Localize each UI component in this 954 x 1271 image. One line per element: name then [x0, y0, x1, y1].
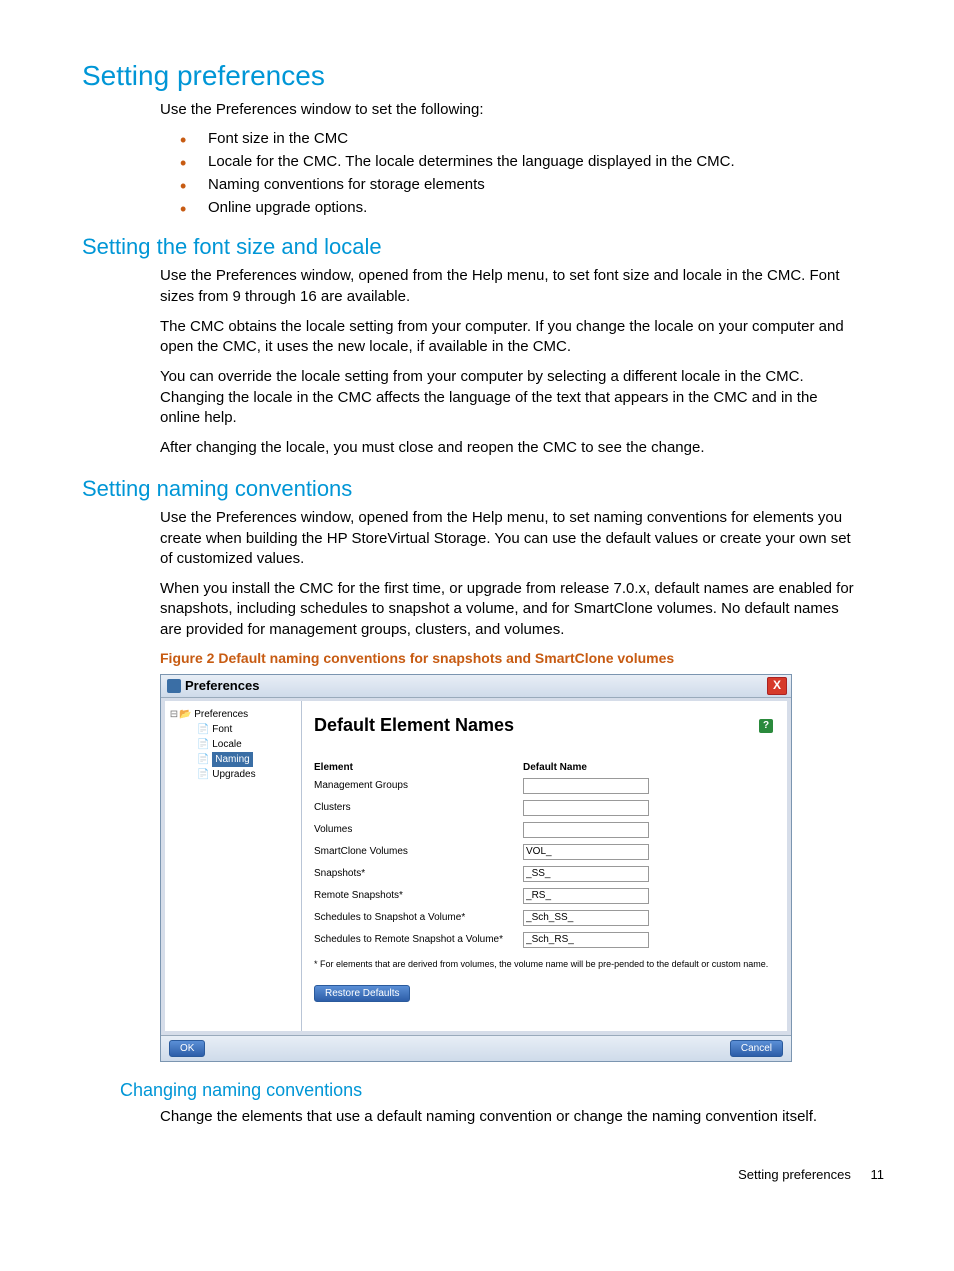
body-paragraph: After changing the locale, you must clos… [160, 438, 854, 458]
body-paragraph: Use the Preferences window, opened from … [160, 508, 854, 569]
help-icon[interactable]: ? [759, 719, 773, 733]
default-name-input[interactable] [523, 800, 649, 816]
ok-button[interactable]: OK [169, 1040, 205, 1057]
panel-title: Default Element Names [314, 715, 775, 736]
row-label: SmartClone Volumes [314, 841, 523, 863]
heading-changing-naming: Changing naming conventions [120, 1080, 894, 1101]
restore-defaults-button[interactable]: Restore Defaults [314, 985, 410, 1002]
footer-page-number: 11 [871, 1167, 885, 1182]
body-paragraph: The CMC obtains the locale setting from … [160, 317, 854, 358]
tree-item-locale[interactable]: 📄 Locale [169, 737, 297, 752]
body-paragraph: Change the elements that use a default n… [160, 1107, 854, 1127]
figure-caption: Figure 2 Default naming conventions for … [160, 650, 894, 666]
default-name-input[interactable] [523, 910, 649, 926]
table-row: Schedules to Remote Snapshot a Volume* [314, 929, 669, 951]
default-name-input[interactable] [523, 844, 649, 860]
table-row: SmartClone Volumes [314, 841, 669, 863]
default-name-input[interactable] [523, 888, 649, 904]
preferences-dialog: Preferences X ⊟📂 Preferences 📄 Font 📄 Lo… [160, 674, 792, 1062]
table-row: Remote Snapshots* [314, 885, 669, 907]
tree-item-font[interactable]: 📄 Font [169, 722, 297, 737]
body-paragraph: When you install the CMC for the first t… [160, 579, 854, 640]
dialog-nav-tree: ⊟📂 Preferences 📄 Font 📄 Locale 📄 Naming … [165, 701, 302, 1031]
bullet-item: Naming conventions for storage elements [180, 176, 854, 193]
default-name-input[interactable] [523, 932, 649, 948]
row-label: Volumes [314, 819, 523, 841]
col-header-element: Element [314, 760, 523, 775]
table-footnote: * For elements that are derived from vol… [314, 959, 775, 969]
bullet-item: Locale for the CMC. The locale determine… [180, 153, 854, 170]
tree-item-upgrades[interactable]: 📄 Upgrades [169, 767, 297, 782]
app-icon [167, 679, 181, 693]
bullet-item: Online upgrade options. [180, 199, 854, 216]
row-label: Schedules to Snapshot a Volume* [314, 907, 523, 929]
intro-paragraph: Use the Preferences window to set the fo… [160, 100, 854, 120]
dialog-title: Preferences [185, 678, 259, 693]
body-paragraph: Use the Preferences window, opened from … [160, 266, 854, 307]
col-header-default: Default Name [523, 760, 669, 775]
tree-item-naming[interactable]: 📄 Naming [169, 752, 297, 767]
tree-root[interactable]: ⊟📂 Preferences [169, 707, 297, 722]
row-label: Clusters [314, 797, 523, 819]
heading-font-locale: Setting the font size and locale [82, 234, 894, 260]
table-row: Schedules to Snapshot a Volume* [314, 907, 669, 929]
body-paragraph: You can override the locale setting from… [160, 367, 854, 428]
table-row: Management Groups [314, 775, 669, 797]
default-name-input[interactable] [523, 822, 649, 838]
row-label: Management Groups [314, 775, 523, 797]
row-label: Schedules to Remote Snapshot a Volume* [314, 929, 523, 951]
table-row: Snapshots* [314, 863, 669, 885]
cancel-button[interactable]: Cancel [730, 1040, 783, 1057]
default-names-table: Element Default Name Management Groups C… [314, 760, 669, 951]
footer-section: Setting preferences [738, 1167, 851, 1182]
dialog-titlebar: Preferences X [161, 675, 791, 698]
dialog-footer: OK Cancel [161, 1035, 791, 1061]
table-row: Clusters [314, 797, 669, 819]
heading-naming-conventions: Setting naming conventions [82, 476, 894, 502]
dialog-main-panel: ? Default Element Names Element Default … [302, 701, 787, 1031]
table-row: Volumes [314, 819, 669, 841]
default-name-input[interactable] [523, 778, 649, 794]
intro-bullets: Font size in the CMC Locale for the CMC.… [180, 130, 854, 216]
page-footer: Setting preferences 11 [60, 1167, 894, 1182]
heading-setting-preferences: Setting preferences [82, 60, 894, 92]
close-icon[interactable]: X [767, 677, 787, 695]
row-label: Snapshots* [314, 863, 523, 885]
default-name-input[interactable] [523, 866, 649, 882]
bullet-item: Font size in the CMC [180, 130, 854, 147]
row-label: Remote Snapshots* [314, 885, 523, 907]
